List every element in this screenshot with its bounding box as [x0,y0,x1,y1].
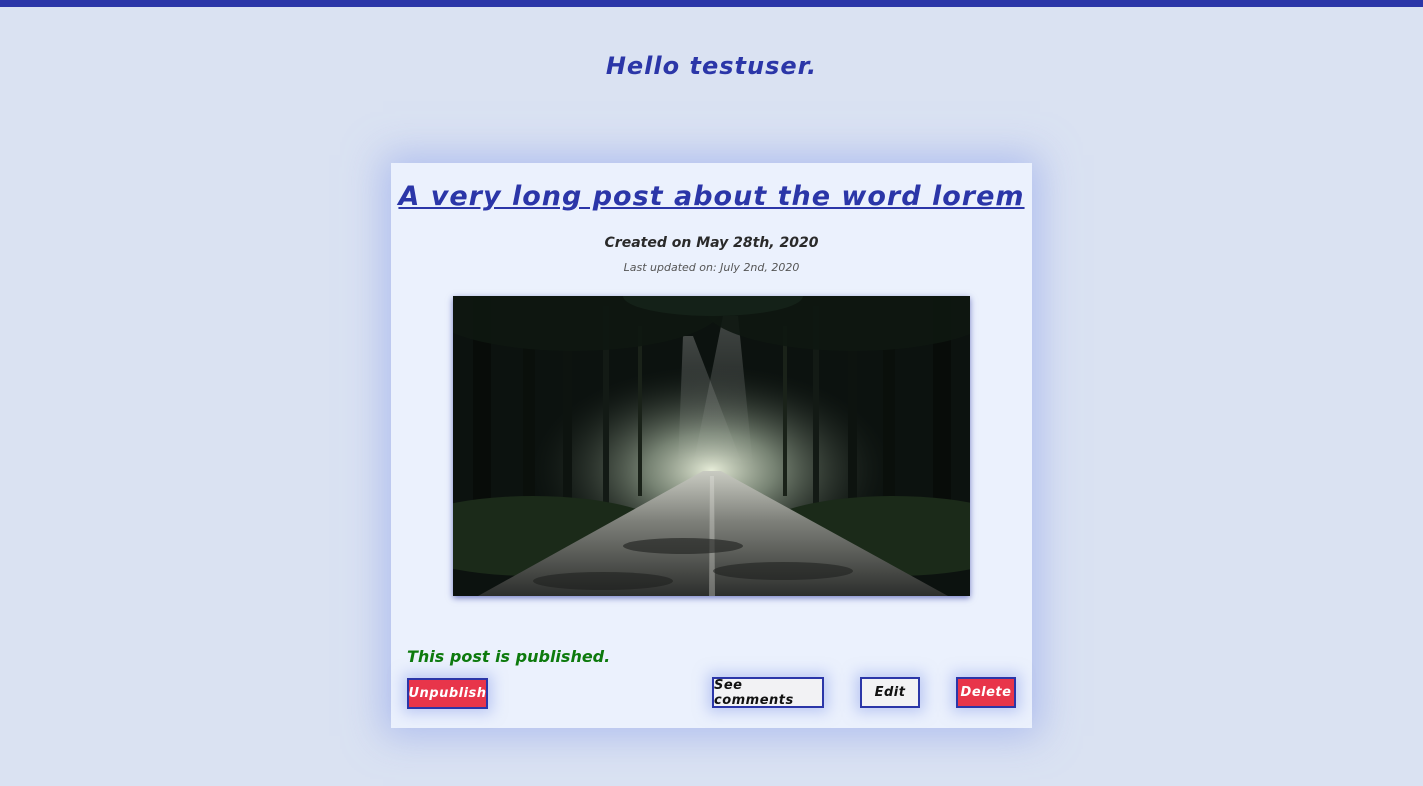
post-image [453,296,970,596]
edit-button[interactable]: Edit [860,677,920,708]
delete-button[interactable]: Delete [956,677,1016,708]
unpublish-button[interactable]: Unpublish [407,678,488,709]
post-updated-date: Last updated on: July 2nd, 2020 [623,261,800,274]
post-created-date: Created on May 28th, 2020 [604,235,819,251]
greeting-heading: Hello testuser. [605,52,818,80]
see-comments-button[interactable]: See comments [712,677,824,708]
top-bar [0,0,1423,7]
post-title-link[interactable]: A very long post about the word lorem [391,181,1032,212]
publish-status-text: This post is published. [407,647,611,666]
post-card: A very long post about the word lorem Cr… [391,163,1032,728]
